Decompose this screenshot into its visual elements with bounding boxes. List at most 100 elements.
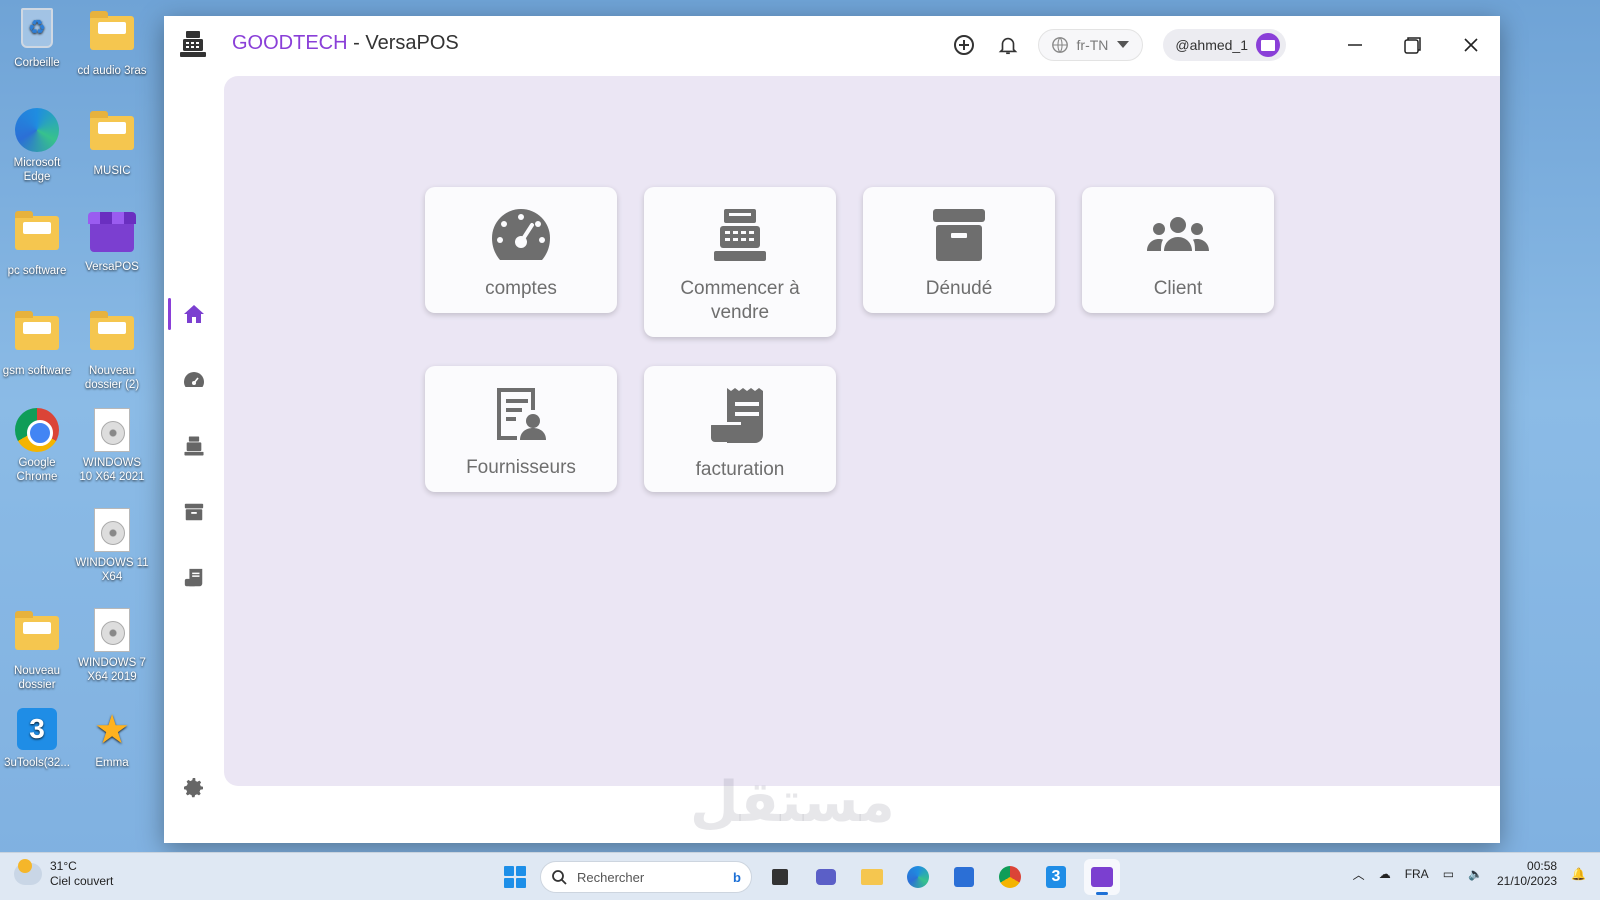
start-button[interactable] (500, 862, 530, 892)
archive-icon (184, 503, 204, 521)
recycle-bin-icon: ♻ (21, 8, 53, 48)
card-fournisseurs[interactable]: Fournisseurs (425, 366, 617, 492)
app-title: GOODTECH - VersaPOS (232, 32, 459, 55)
settings-button[interactable] (170, 768, 218, 808)
language-selector[interactable]: fr-TN (1037, 29, 1144, 61)
app-brand: GOODTECH (232, 32, 348, 54)
desktop: ♻ Corbeille cd audio 3ras Microsoft Edge… (0, 0, 170, 852)
card-label: comptes (485, 278, 557, 299)
sidebar-item-archive[interactable] (170, 492, 218, 532)
desktop-icon-label: VersaPOS (85, 261, 139, 273)
card-label: facturation (695, 459, 785, 480)
card-facturation[interactable]: facturation (644, 366, 836, 492)
folder-icon (90, 11, 134, 50)
taskbar-search[interactable]: Rechercher b (540, 861, 752, 893)
chrome-icon[interactable] (992, 859, 1028, 895)
cash-register-icon (714, 209, 766, 261)
user-menu[interactable]: @ahmed_1 (1163, 29, 1286, 61)
language-value: fr-TN (1076, 37, 1109, 53)
avatar (1256, 33, 1280, 57)
bell-icon[interactable] (994, 31, 1022, 59)
folder-icon (90, 111, 134, 150)
weather-cloud-icon (14, 859, 42, 885)
folder-icon (15, 211, 59, 250)
desktop-icon-nouveau-dossier-2[interactable]: Nouveau dossier (2) (75, 308, 149, 392)
desktop-icon-windows11[interactable]: WINDOWS 11 X64 (75, 508, 149, 584)
star-icon: ★ (94, 708, 130, 752)
card-commencer-a-vendre[interactable]: Commencer à vendre (644, 187, 836, 337)
users-icon (1147, 217, 1209, 251)
clock[interactable]: 00:58 21/10/2023 (1497, 859, 1557, 889)
desktop-icon-label: Emma (95, 757, 129, 769)
desktop-icon-label: WINDOWS 11 X64 (75, 557, 149, 583)
desktop-icon-edge[interactable]: Microsoft Edge (0, 108, 74, 184)
desktop-icon-label: Nouveau dossier (2) (84, 365, 140, 391)
app-title-separator: - (347, 32, 366, 54)
sidebar-item-invoice[interactable] (170, 558, 218, 598)
desktop-icon-windows10[interactable]: WINDOWS 10 X64 2021 (75, 408, 149, 484)
desktop-icon-label: Corbeille (14, 57, 60, 69)
desktop-icon-nouveau-dossier[interactable]: Nouveau dossier (0, 608, 74, 692)
chevron-down-icon (1117, 41, 1130, 48)
notification-bell-icon[interactable]: 🔔 (1571, 867, 1586, 881)
bing-icon: b (733, 869, 741, 885)
3utools-icon[interactable]: 3 (1038, 859, 1074, 895)
edge-icon (15, 108, 59, 152)
desktop-icon-music[interactable]: MUSIC (75, 108, 149, 178)
chevron-up-icon[interactable]: ︿ (1353, 866, 1365, 883)
search-placeholder: Rechercher (577, 869, 645, 885)
card-label: Dénudé (925, 278, 993, 299)
desktop-icon-label: WINDOWS 7 X64 2019 (78, 657, 146, 683)
folder-icon (15, 311, 59, 350)
volume-icon[interactable]: 🔈 (1468, 867, 1483, 881)
taskbar-apps: Rechercher b 3 (500, 859, 1120, 895)
desktop-icon-recycle-bin[interactable]: ♻ Corbeille (0, 8, 74, 70)
home-icon (184, 305, 204, 323)
desktop-icon-label: Google Chrome (16, 457, 58, 483)
sidebar-item-cash-register[interactable] (170, 426, 218, 466)
minimize-button[interactable] (1326, 16, 1384, 74)
desktop-icon-emma[interactable]: ★ Emma (75, 708, 149, 770)
store-icon[interactable] (946, 859, 982, 895)
desktop-icon-cd-audio[interactable]: cd audio 3ras (75, 8, 149, 78)
desktop-icon-label: pc software (7, 265, 67, 277)
desktop-icon-label: WINDOWS 10 X64 2021 (79, 457, 145, 483)
desktop-icon-gsm-software[interactable]: gsm software (0, 308, 74, 378)
desktop-icon-windows7[interactable]: WINDOWS 7 X64 2019 (75, 608, 149, 684)
cloud-offline-icon[interactable]: ☁ (1379, 867, 1391, 881)
sidebar-item-home[interactable] (168, 294, 218, 334)
desktop-icon-3utools[interactable]: 3 3uTools(32... (0, 708, 74, 770)
add-circle-icon[interactable] (950, 31, 978, 59)
maximize-button[interactable] (1384, 16, 1442, 74)
taskbar: 31°C Ciel couvert Rechercher b 3 ︿ ☁ FRA… (0, 852, 1600, 900)
desktop-icon-versapos[interactable]: VersaPOS (75, 208, 149, 274)
sidebar-item-dashboard[interactable] (170, 360, 218, 400)
chat-icon[interactable] (808, 859, 844, 895)
network-icon[interactable]: ▭ (1443, 867, 1454, 881)
app-name: VersaPOS (365, 32, 459, 54)
disc-image-icon (94, 508, 130, 552)
desktop-icon-chrome[interactable]: Google Chrome (0, 408, 74, 484)
receipt-icon (184, 568, 203, 587)
task-view-icon[interactable] (762, 859, 798, 895)
3utools-icon: 3 (17, 708, 57, 750)
globe-icon (1051, 37, 1068, 53)
file-explorer-icon[interactable] (854, 859, 890, 895)
card-client[interactable]: Client (1082, 187, 1274, 313)
desktop-icon-label: gsm software (2, 365, 72, 377)
title-bar[interactable]: GOODTECH - VersaPOS fr-TN @ahmed_1 (164, 16, 1500, 74)
store-icon (88, 212, 136, 252)
main-content: comptes Commencer à vendre Dénudé Client… (224, 76, 1500, 786)
clock-date: 21/10/2023 (1496, 874, 1558, 888)
card-comptes[interactable]: comptes (425, 187, 617, 313)
weather-widget[interactable]: 31°C Ciel couvert (14, 859, 113, 889)
sidebar (164, 74, 224, 843)
desktop-icon-label: Microsoft Edge (13, 157, 61, 183)
edge-icon[interactable] (900, 859, 936, 895)
card-denude[interactable]: Dénudé (863, 187, 1055, 313)
versapos-taskbar-icon[interactable] (1084, 859, 1120, 895)
search-icon (552, 870, 567, 885)
input-language[interactable]: FRA (1405, 867, 1429, 881)
desktop-icon-pc-software[interactable]: pc software (0, 208, 74, 278)
close-button[interactable] (1442, 16, 1500, 74)
